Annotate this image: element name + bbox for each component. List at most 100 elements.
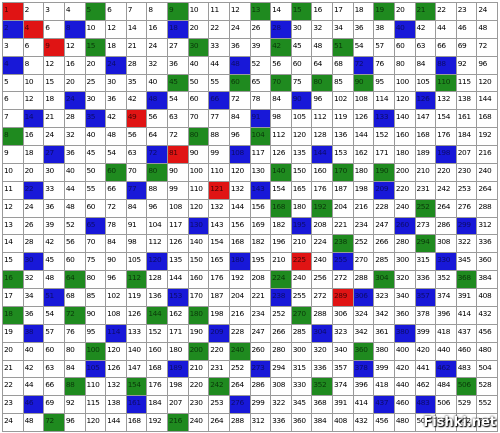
table-cell: 272 xyxy=(311,288,333,307)
table-cell: 264 xyxy=(435,198,457,218)
table-cell: 184 xyxy=(146,395,168,415)
table-cell: 480 xyxy=(476,341,498,361)
table-cell: 90 xyxy=(290,91,313,111)
table-cell: 60 xyxy=(43,341,65,361)
table-cell: 144 xyxy=(167,270,189,289)
table-cell: 238 xyxy=(332,234,354,254)
table-cell: 52 xyxy=(249,55,272,75)
table-cell: 368 xyxy=(455,270,478,289)
table-cell: 24 xyxy=(105,55,127,75)
table-cell: 63 xyxy=(125,145,148,164)
table-cell: 368 xyxy=(311,395,333,415)
table-cell: 195 xyxy=(249,252,272,272)
table-cell: 264 xyxy=(208,413,230,432)
table-cell: 315 xyxy=(290,359,313,379)
table-cell: 90 xyxy=(105,252,127,272)
table-cell: 135 xyxy=(290,145,313,164)
table-cell: 66 xyxy=(208,91,230,111)
table-cell: 176 xyxy=(208,270,230,289)
table-cell: 483 xyxy=(455,359,478,379)
table-cell: 91 xyxy=(125,216,148,236)
table-cell: 42 xyxy=(43,234,65,254)
table-cell: 13 xyxy=(249,2,272,21)
table-cell: 396 xyxy=(352,377,375,397)
table-cell: 18 xyxy=(167,19,189,39)
table-cell: 42 xyxy=(414,19,437,39)
table-cell: 200 xyxy=(187,341,210,361)
table-cell: 85 xyxy=(84,288,107,307)
table-cell: 323 xyxy=(373,288,395,307)
table-cell: 120 xyxy=(105,341,127,361)
table-cell: 190 xyxy=(373,162,395,182)
table-cell: 437 xyxy=(373,395,395,415)
table-cell: 306 xyxy=(332,305,354,325)
table-cell: 70 xyxy=(187,109,210,129)
table-cell: 190 xyxy=(187,323,210,343)
table-cell: 18 xyxy=(43,91,65,111)
table-cell: 161 xyxy=(455,109,478,129)
table-cell: 140 xyxy=(393,109,416,129)
table-cell: 44 xyxy=(208,55,230,75)
table-cell: 98 xyxy=(270,109,292,129)
table-cell: 23 xyxy=(2,395,24,415)
table-cell: 432 xyxy=(352,413,375,432)
table-cell: 27 xyxy=(43,145,65,164)
table-cell: 66 xyxy=(43,377,65,397)
table-cell: 100 xyxy=(393,73,416,93)
table-cell: 143 xyxy=(208,216,230,236)
table-cell: 168 xyxy=(476,109,498,129)
table-cell: 180 xyxy=(290,198,313,218)
table-cell: 92 xyxy=(63,395,86,415)
table-cell: 154 xyxy=(435,109,457,129)
table-cell: 207 xyxy=(167,395,189,415)
table-cell: 32 xyxy=(146,55,168,75)
table-cell: 56 xyxy=(270,55,292,75)
table-cell: 90 xyxy=(167,162,189,182)
table-cell: 54 xyxy=(43,305,65,325)
table-cell: 30 xyxy=(22,252,45,272)
table-cell: 40 xyxy=(22,341,45,361)
table-cell: 108 xyxy=(228,145,251,164)
table-cell: 396 xyxy=(435,305,457,325)
table-cell: 266 xyxy=(270,323,292,343)
table-cell: 330 xyxy=(290,377,313,397)
table-cell: 3 xyxy=(43,2,65,21)
table-cell: 13 xyxy=(2,216,24,236)
table-cell: 171 xyxy=(373,145,395,164)
table-cell: 44 xyxy=(22,377,45,397)
table-cell: 115 xyxy=(455,73,478,93)
table-cell: 168 xyxy=(414,127,437,146)
table-cell: 154 xyxy=(125,377,148,397)
table-cell: 132 xyxy=(105,377,127,397)
table-cell: 276 xyxy=(455,198,478,218)
table-cell: 204 xyxy=(228,288,251,307)
table-cell: 10 xyxy=(187,2,210,21)
table-cell: 198 xyxy=(352,180,375,200)
table-cell: 45 xyxy=(167,73,189,93)
table-cell: 96 xyxy=(476,55,498,75)
table-cell: 78 xyxy=(249,91,272,111)
table-cell: 196 xyxy=(270,234,292,254)
table-cell: 24 xyxy=(228,19,251,39)
table-cell: 77 xyxy=(208,109,230,129)
table-cell: 231 xyxy=(208,359,230,379)
table-cell: 72 xyxy=(146,145,168,164)
table-cell: 324 xyxy=(352,305,375,325)
table-cell: 240 xyxy=(187,413,210,432)
table-cell: 24 xyxy=(63,91,86,111)
table-cell: 6 xyxy=(43,19,65,39)
table-cell: 220 xyxy=(208,341,230,361)
table-cell: 286 xyxy=(435,216,457,236)
table-cell: 306 xyxy=(352,288,375,307)
table-cell: 18 xyxy=(2,305,24,325)
table-cell: 60 xyxy=(187,91,210,111)
table-cell: 165 xyxy=(290,180,313,200)
table-cell: 374 xyxy=(332,377,354,397)
table-cell: 345 xyxy=(455,252,478,272)
table-cell: 288 xyxy=(228,413,251,432)
table-cell: 7 xyxy=(125,2,148,21)
table-cell: 138 xyxy=(105,395,127,415)
table-cell: 323 xyxy=(332,323,354,343)
table-cell: 108 xyxy=(167,198,189,218)
table-cell: 54 xyxy=(105,145,127,164)
